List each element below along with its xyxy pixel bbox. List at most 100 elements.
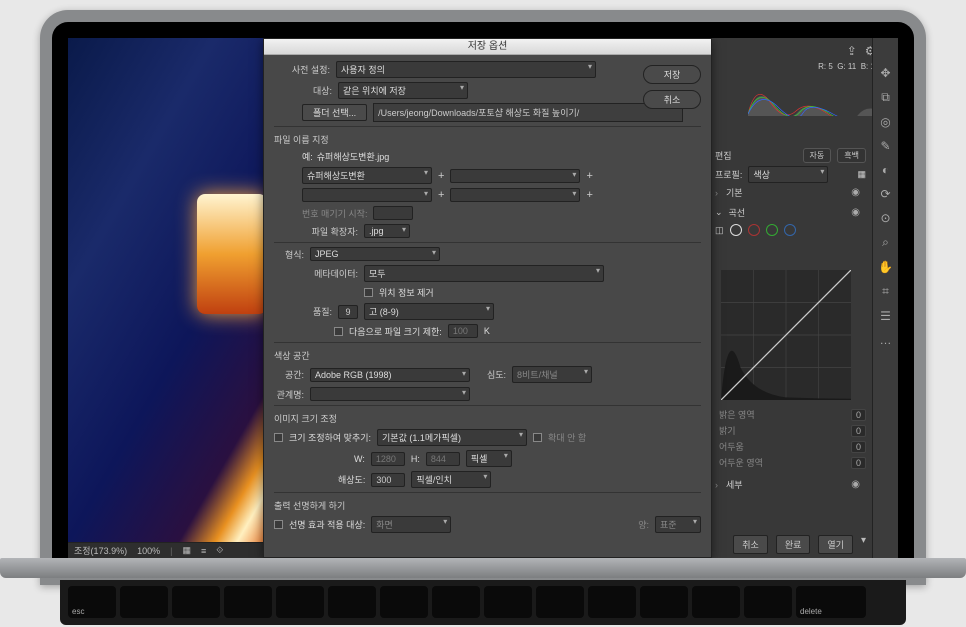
- space-select[interactable]: Adobe RGB (1998): [310, 368, 470, 382]
- resolution-unit-select[interactable]: 픽셀/인치: [411, 471, 491, 488]
- export-icon[interactable]: ⇪: [847, 44, 857, 59]
- plus-icon[interactable]: +: [586, 189, 592, 201]
- edit-tab[interactable]: 편집: [715, 149, 732, 162]
- resize-fit-select[interactable]: 기본값 (1.1메가픽셀): [377, 429, 527, 446]
- channel-luma[interactable]: [730, 224, 742, 236]
- tool-zoom-icon[interactable]: ⌕: [882, 235, 889, 250]
- resolution-label: 해상도:: [338, 473, 365, 486]
- tool-grid-icon[interactable]: ⌗: [882, 284, 889, 299]
- r-label: R:: [818, 62, 826, 71]
- ext-label: 파일 확장자:: [302, 225, 358, 238]
- chevron-down-icon[interactable]: ⌄: [715, 207, 723, 218]
- filename-section-title: 파일 이름 지정: [274, 133, 701, 146]
- auto-button[interactable]: 자동: [803, 148, 832, 163]
- folder-select-button[interactable]: 폴더 선택...: [302, 104, 367, 121]
- no-enlarge-label: 확대 안 함: [548, 431, 586, 444]
- preset-select[interactable]: 사용자 정의: [336, 61, 596, 78]
- darks-val[interactable]: 0: [851, 441, 866, 453]
- bw-button[interactable]: 흑백: [837, 148, 866, 163]
- limit-size-label: 다음으로 파일 크기 제한:: [349, 325, 442, 338]
- tool-crop-icon[interactable]: ⧉: [881, 90, 890, 105]
- dest-label: 대상:: [302, 84, 332, 97]
- limit-size-input[interactable]: 100: [448, 324, 478, 338]
- filter-icon[interactable]: ≡: [201, 546, 206, 556]
- shadows-val[interactable]: 0: [851, 457, 866, 469]
- ext-select[interactable]: .jpg: [364, 224, 410, 238]
- quality-number-input[interactable]: 9: [338, 305, 358, 319]
- path-display: /Users/jeong/Downloads/포토샵 해상도 화질 높이기/: [373, 103, 683, 122]
- cancel-button[interactable]: 취소: [643, 90, 701, 109]
- done-button[interactable]: 완료: [776, 535, 811, 554]
- plus-icon[interactable]: +: [586, 170, 592, 182]
- scale-label[interactable]: 100%: [137, 546, 160, 556]
- save-options-dialog: 저장 옵션 저장 취소 사전 설정: 사용자 정의 대상: 같은 위치에 저장: [263, 38, 712, 558]
- cancel-button[interactable]: 취소: [733, 535, 768, 554]
- sharpen-label: 선명 효과 적용 대상:: [289, 518, 365, 531]
- tool-target-icon[interactable]: ◎: [880, 115, 890, 129]
- resolution-input[interactable]: 300: [371, 473, 405, 487]
- lights-val[interactable]: 0: [851, 425, 866, 437]
- separator: |: [170, 546, 172, 556]
- eye-icon[interactable]: ◉: [851, 187, 860, 198]
- grid-icon[interactable]: ▦: [857, 169, 866, 180]
- tool-redeye-icon[interactable]: ⊙: [880, 211, 890, 225]
- amount-select[interactable]: 표준: [655, 516, 701, 533]
- detail-section[interactable]: 세부: [726, 478, 743, 491]
- chevron-down-icon[interactable]: ▾: [861, 535, 866, 554]
- channel-red[interactable]: [748, 224, 760, 236]
- plus-icon[interactable]: +: [438, 170, 444, 182]
- tool-gradient-icon[interactable]: ◐: [882, 163, 889, 177]
- right-inspector: ⇪ ⚙ ⛶ R: 5 G: 11 B: 15 ◆: [708, 38, 898, 558]
- highlights-val[interactable]: 0: [851, 409, 866, 421]
- histogram: [748, 74, 888, 116]
- save-button[interactable]: 저장: [643, 65, 701, 84]
- resize-fit-checkbox[interactable]: [274, 433, 283, 442]
- profile-select[interactable]: 색상: [748, 166, 828, 183]
- no-enlarge-checkbox[interactable]: [533, 433, 542, 442]
- tool-hand-icon[interactable]: ✋: [878, 260, 893, 274]
- remove-location-checkbox[interactable]: [364, 288, 373, 297]
- sharpen-section-title: 출력 선명하게 하기: [274, 499, 701, 512]
- sharpen-checkbox[interactable]: [274, 520, 283, 529]
- depth-label: 심도:: [476, 368, 506, 381]
- zoom-label: 조정(173.9%): [74, 544, 127, 557]
- basic-section[interactable]: 기본: [726, 186, 743, 199]
- tool-menu-icon[interactable]: ☰: [880, 309, 891, 323]
- width-input[interactable]: 1280: [371, 452, 405, 466]
- depth-select[interactable]: 8비트/채널: [512, 366, 592, 383]
- channel-green[interactable]: [766, 224, 778, 236]
- intent-select[interactable]: [310, 387, 470, 401]
- g-val: 11: [848, 62, 856, 71]
- open-button[interactable]: 열기: [818, 535, 853, 554]
- name-part2-select[interactable]: [450, 169, 580, 183]
- quality-level-select[interactable]: 고 (8-9): [364, 303, 494, 320]
- sharpen-for-select[interactable]: 화면: [371, 516, 451, 533]
- eye-icon[interactable]: ◉: [851, 207, 860, 218]
- amount-label: 양:: [638, 518, 649, 531]
- tone-curve[interactable]: [721, 270, 851, 400]
- width-label: W:: [354, 454, 365, 464]
- size-unit-select[interactable]: 픽셀: [466, 450, 512, 467]
- height-input[interactable]: 844: [426, 452, 460, 466]
- name-part4-select[interactable]: [450, 188, 580, 202]
- name-part3-select[interactable]: [302, 188, 432, 202]
- plus-icon[interactable]: +: [438, 189, 444, 201]
- grid-icon[interactable]: ▦: [182, 545, 191, 556]
- tool-rotate-icon[interactable]: ⟳: [880, 187, 890, 201]
- seq-start-input[interactable]: [373, 206, 413, 220]
- format-select[interactable]: JPEG: [310, 247, 440, 261]
- profile-label: 프로필:: [715, 168, 742, 181]
- name-part1-select[interactable]: 슈퍼해상도변환: [302, 167, 432, 184]
- tool-brush-icon[interactable]: ✎: [880, 139, 890, 153]
- metadata-select[interactable]: 모두: [364, 265, 604, 282]
- eye-icon[interactable]: ◉: [851, 479, 860, 490]
- tool-more-icon[interactable]: …: [880, 333, 892, 347]
- dest-select[interactable]: 같은 위치에 저장: [338, 82, 468, 99]
- curve-section[interactable]: 곡선: [729, 206, 746, 219]
- limit-size-checkbox[interactable]: [334, 327, 343, 336]
- channel-blue[interactable]: [784, 224, 796, 236]
- curve-mode-icon[interactable]: ◫: [715, 225, 724, 236]
- tool-move-icon[interactable]: ✥: [880, 66, 890, 80]
- limit-size-unit: K: [484, 326, 490, 336]
- sort-icon[interactable]: ⟐: [216, 545, 223, 556]
